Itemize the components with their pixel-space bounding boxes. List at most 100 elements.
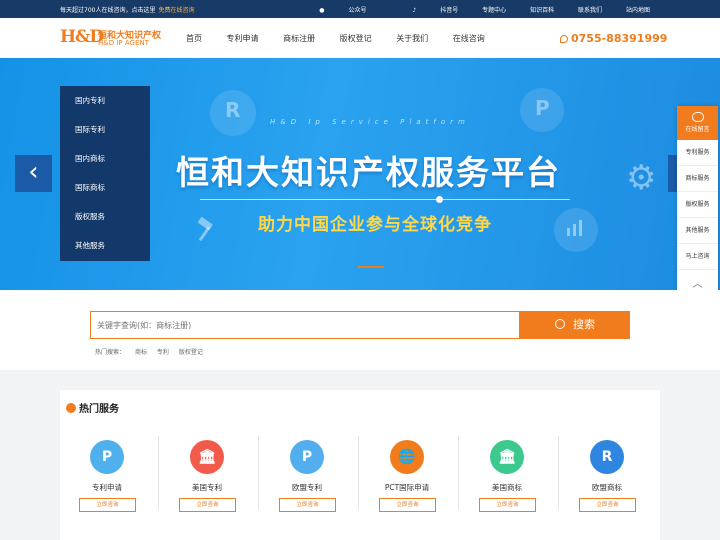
topic-center-link[interactable]: 专题中心	[482, 7, 506, 14]
service-card[interactable]: 🌐 PCT国际申请 立即咨询	[360, 432, 460, 540]
main-nav: 首页 专利申请 商标注册 版权登记 关于我们 在线咨询	[186, 33, 507, 44]
menu-item-other[interactable]: 其他服务	[60, 231, 150, 260]
nav-copyright[interactable]: 版权登记	[340, 34, 372, 43]
consult-button[interactable]: 立即咨询	[479, 498, 536, 512]
service-name: 专利申请	[92, 483, 122, 492]
search-button-label: 搜索	[573, 318, 595, 331]
service-name: 欧盟商标	[592, 483, 622, 492]
service-name: 欧盟专利	[292, 483, 322, 492]
notice-text: 每天超过700人在线咨询，点击这里	[60, 7, 156, 14]
hot-search-trademark[interactable]: 商标	[135, 349, 147, 356]
nav-trademark[interactable]: 商标注册	[283, 34, 315, 43]
phone-number: 0755-88391999	[560, 32, 667, 45]
logo-en: H&D IP AGENT	[98, 39, 149, 47]
separator	[458, 436, 459, 510]
gavel-icon	[197, 217, 213, 242]
section-title: 热门服务	[66, 400, 119, 415]
pct-globe-glyph: 🌐	[398, 449, 416, 465]
eu-trademark-glyph: R	[601, 449, 613, 465]
divider-line	[440, 199, 570, 200]
menu-item-domestic-patent[interactable]: 国内专利	[60, 86, 150, 115]
nav-about[interactable]: 关于我们	[396, 34, 428, 43]
consult-button[interactable]: 立即咨询	[579, 498, 636, 512]
slide-indicator[interactable]	[358, 266, 384, 268]
service-name: 美国商标	[492, 483, 522, 492]
nav-patent[interactable]: 专利申请	[227, 34, 259, 43]
nav-consult[interactable]: 在线咨询	[453, 34, 485, 43]
banner-subtitle: 助力中国企业参与全球化竞争	[258, 215, 492, 235]
hot-services: 热门服务 P 专利申请 立即咨询 🏛 美国专利 立即咨询 P 欧盟专利 立即咨询…	[60, 390, 660, 540]
service-name: PCT国际申请	[384, 483, 430, 492]
divider-line	[200, 199, 440, 200]
phone-text: 0755-88391999	[571, 32, 668, 45]
floating-panel: 在线留言 专利服务 商标服务 版权服务 其他服务 马上咨询 ︿	[677, 106, 718, 296]
menu-item-intl-patent[interactable]: 国际专利	[60, 115, 150, 144]
service-card[interactable]: P 专利申请 立即咨询	[60, 432, 160, 540]
banner-title: 恒和大知识产权服务平台	[176, 153, 561, 192]
float-item-copyright[interactable]: 版权服务	[677, 192, 718, 218]
consult-button[interactable]: 立即咨询	[179, 498, 236, 512]
hot-searches: 热门搜索： 商标 专利 版权登记	[95, 347, 211, 356]
platform-caption: H&D Ip Service Platform	[270, 118, 470, 126]
eu-trademark-icon: R	[590, 440, 624, 474]
wechat-label: 公众号	[348, 7, 367, 14]
top-bar: 每天超过700人在线咨询，点击这里 免费在线咨询 ● 公众号 ♪ 抖音号 专题中心 知…	[0, 0, 720, 18]
service-card[interactable]: 🏛 美国商标 立即咨询	[460, 432, 560, 540]
logo[interactable]: H&D 恒和大知识产权 H&D IP AGENT	[60, 27, 166, 49]
gear-icon: ⚙	[626, 158, 657, 198]
top-notice: 每天超过700人在线咨询，点击这里 免费在线咨询	[60, 5, 194, 14]
consult-button[interactable]: 立即咨询	[379, 498, 436, 512]
top-links: ● 公众号 ♪ 抖音号 专题中心 知识百科 联系我们 站内地图	[275, 5, 650, 14]
menu-item-intl-trademark[interactable]: 国际商标	[60, 173, 150, 202]
search-button[interactable]: 搜索	[520, 311, 630, 339]
hot-search-copyright[interactable]: 版权登记	[179, 349, 203, 356]
pct-globe-icon: 🌐	[390, 440, 424, 474]
us-patent-icon: 🏛	[190, 440, 224, 474]
patent-apply-icon: P	[90, 440, 124, 474]
float-item-patent[interactable]: 专利服务	[677, 140, 718, 166]
douyin-label: 抖音号	[440, 7, 459, 14]
knowledge-link[interactable]: 知识百科	[530, 7, 554, 14]
float-item-trademark[interactable]: 商标服务	[677, 166, 718, 192]
us-trademark-icon: 🏛	[490, 440, 524, 474]
separator	[158, 436, 159, 510]
us-patent-glyph: 🏛	[198, 449, 216, 465]
float-item-consult[interactable]: 马上咨询	[677, 244, 718, 270]
separator	[258, 436, 259, 510]
eu-patent-glyph: P	[301, 449, 313, 465]
hot-search-patent[interactable]: 专利	[157, 349, 169, 356]
service-name: 美国专利	[192, 483, 222, 492]
online-message-label: 在线留言	[685, 126, 710, 133]
hero-banner: R P ⚙ H&D Ip Service Platform 恒和大知识产权服务平…	[0, 58, 720, 290]
separator	[558, 436, 559, 510]
search-input[interactable]	[90, 311, 520, 339]
menu-item-domestic-trademark[interactable]: 国内商标	[60, 144, 150, 173]
service-card[interactable]: 🏛 美国专利 立即咨询	[160, 432, 260, 540]
online-message-button[interactable]: 在线留言	[677, 106, 718, 140]
section-title-text: 热门服务	[79, 404, 119, 415]
consult-button[interactable]: 立即咨询	[279, 498, 336, 512]
sitemap-link[interactable]: 站内地图	[626, 7, 650, 14]
menu-item-copyright[interactable]: 版权服务	[60, 202, 150, 231]
wechat-link[interactable]: ● 公众号	[297, 7, 366, 14]
phone-icon	[560, 35, 568, 43]
eu-patent-icon: P	[290, 440, 324, 474]
separator	[358, 436, 359, 510]
category-menu: 国内专利 国际专利 国内商标 国际商标 版权服务 其他服务	[60, 86, 150, 261]
search-section: 搜索 热门搜索： 商标 专利 版权登记	[0, 290, 720, 370]
patent-apply-glyph: P	[101, 449, 113, 465]
logo-mark: H&D	[60, 27, 104, 47]
float-item-other[interactable]: 其他服务	[677, 218, 718, 244]
chart-icon	[567, 220, 582, 236]
fire-icon	[66, 403, 76, 413]
nav-home[interactable]: 首页	[186, 34, 202, 43]
douyin-link[interactable]: ♪ 抖音号	[390, 7, 458, 14]
hot-search-label: 热门搜索：	[95, 349, 126, 356]
header: H&D 恒和大知识产权 H&D IP AGENT 首页 专利申请 商标注册 版权…	[0, 18, 720, 58]
contact-link[interactable]: 联系我们	[578, 7, 602, 14]
service-card[interactable]: R 欧盟商标 立即咨询	[560, 432, 660, 540]
free-consult-link[interactable]: 免费在线咨询	[158, 7, 194, 14]
service-card[interactable]: P 欧盟专利 立即咨询	[260, 432, 360, 540]
consult-button[interactable]: 立即咨询	[79, 498, 136, 512]
prev-slide-button[interactable]: ‹	[15, 155, 52, 192]
